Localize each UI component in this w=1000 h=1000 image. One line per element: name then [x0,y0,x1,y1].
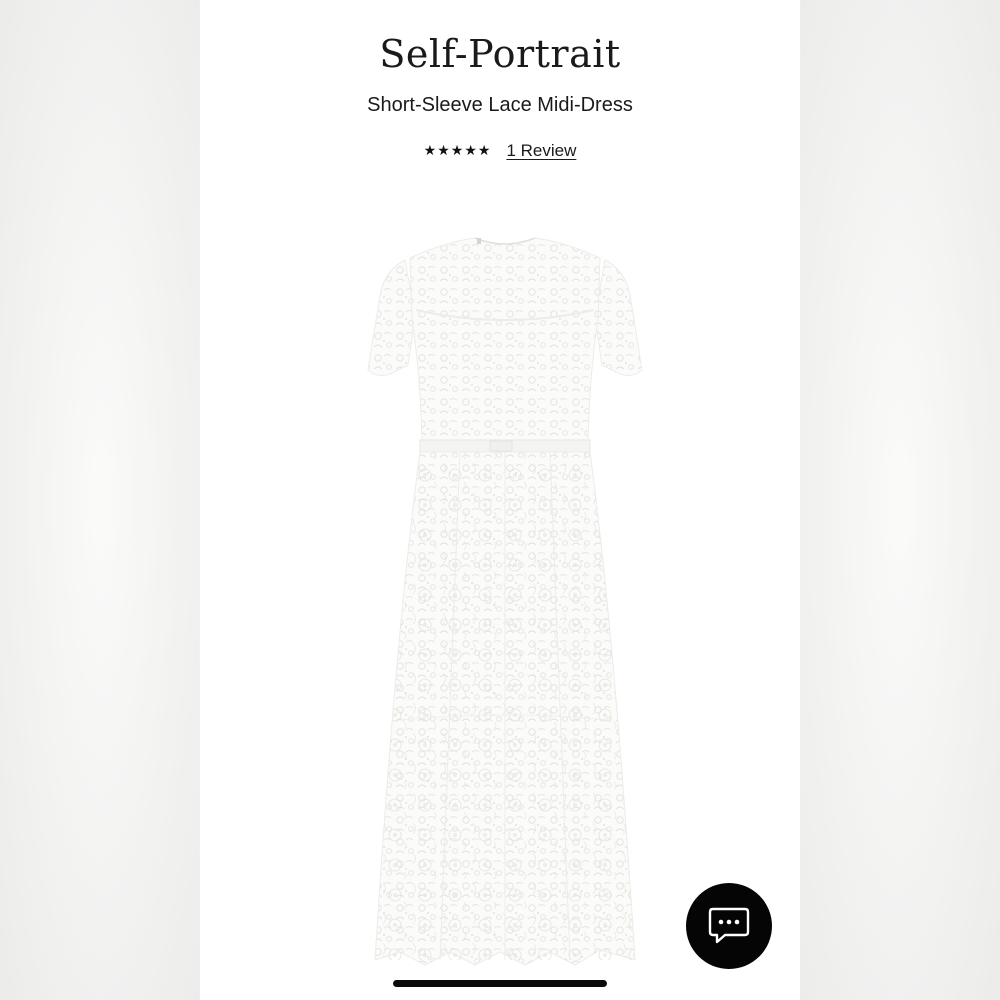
blurred-background-right [800,0,1000,1000]
product-title: Short-Sleeve Lace Midi-Dress [367,94,633,116]
product-page: Self-Portrait Short-Sleeve Lace Midi-Dre… [200,0,800,1000]
rating-row: ★ ★ ★ ★ ★ 1 Review [200,141,800,161]
star-icon: ★ [477,143,491,159]
star-icon: ★ [450,143,464,159]
brand-name[interactable]: Self-Portrait [200,32,800,76]
reviews-link[interactable]: 1 Review [506,141,576,161]
dress-image[interactable] [350,220,660,980]
home-indicator[interactable] [393,980,607,987]
chat-button[interactable] [686,883,772,969]
star-icon: ★ [464,143,477,159]
star-icon: ★ [437,143,450,159]
star-icon: ★ [423,143,437,159]
screenshot-frame: Self-Portrait Short-Sleeve Lace Midi-Dre… [0,0,1000,1000]
star-rating: ★ ★ ★ ★ ★ [424,143,491,159]
blurred-background-left [0,0,200,1000]
chat-bubble-icon [708,907,750,944]
